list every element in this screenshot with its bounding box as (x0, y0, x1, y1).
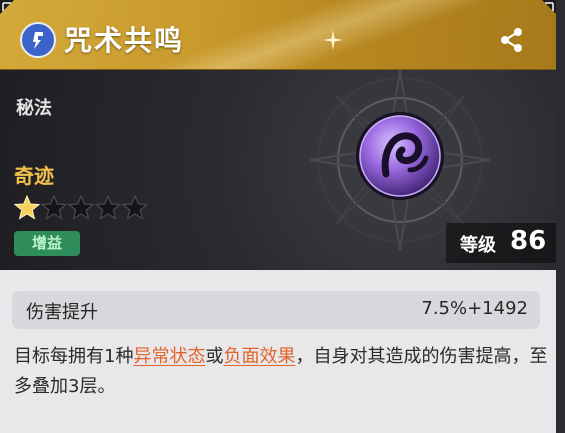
keyword-link-abnormal-status[interactable]: 异常状态 (133, 346, 205, 367)
star-rating (14, 195, 149, 220)
star-empty-icon (40, 195, 149, 220)
sparkle-icon (323, 30, 343, 50)
level-value: 86 (510, 226, 547, 256)
stat-row: 伤害提升 7.5%+1492 (12, 291, 540, 329)
scrollbar[interactable] (556, 0, 565, 433)
skill-title: 咒术共鸣 (64, 24, 185, 57)
star-filled-icon (14, 195, 41, 220)
purple-swirl-orb-icon (356, 112, 444, 200)
skill-detail-card: 咒术共鸣 秘法 奇迹 增益 等级 86 伤害提升 7.5%+1492 目标每拥有… (0, 0, 556, 433)
rarity-label: 奇迹 (14, 164, 54, 188)
stat-label: 伤害提升 (26, 302, 98, 323)
spell-scroll-icon (33, 32, 43, 49)
corner-ornament-icon (0, 0, 14, 14)
header-bar: 咒术共鸣 (0, 0, 556, 70)
spell-badge (20, 22, 56, 58)
skill-description: 目标每拥有1种异常状态或负面效果，自身对其造成的伤害提高，至多叠加3层。 (14, 342, 554, 402)
buff-tag: 增益 (14, 231, 80, 256)
level-label: 等级 (460, 235, 496, 256)
keyword-link-negative-effect[interactable]: 负面效果 (223, 346, 295, 367)
stat-value: 7.5%+1492 (421, 298, 528, 319)
corner-ornament-icon (542, 0, 556, 14)
skill-category: 秘法 (16, 98, 52, 119)
description-text: 目标每拥有1种 (14, 346, 134, 367)
description-text: 或 (205, 346, 224, 367)
share-icon[interactable] (498, 26, 526, 54)
